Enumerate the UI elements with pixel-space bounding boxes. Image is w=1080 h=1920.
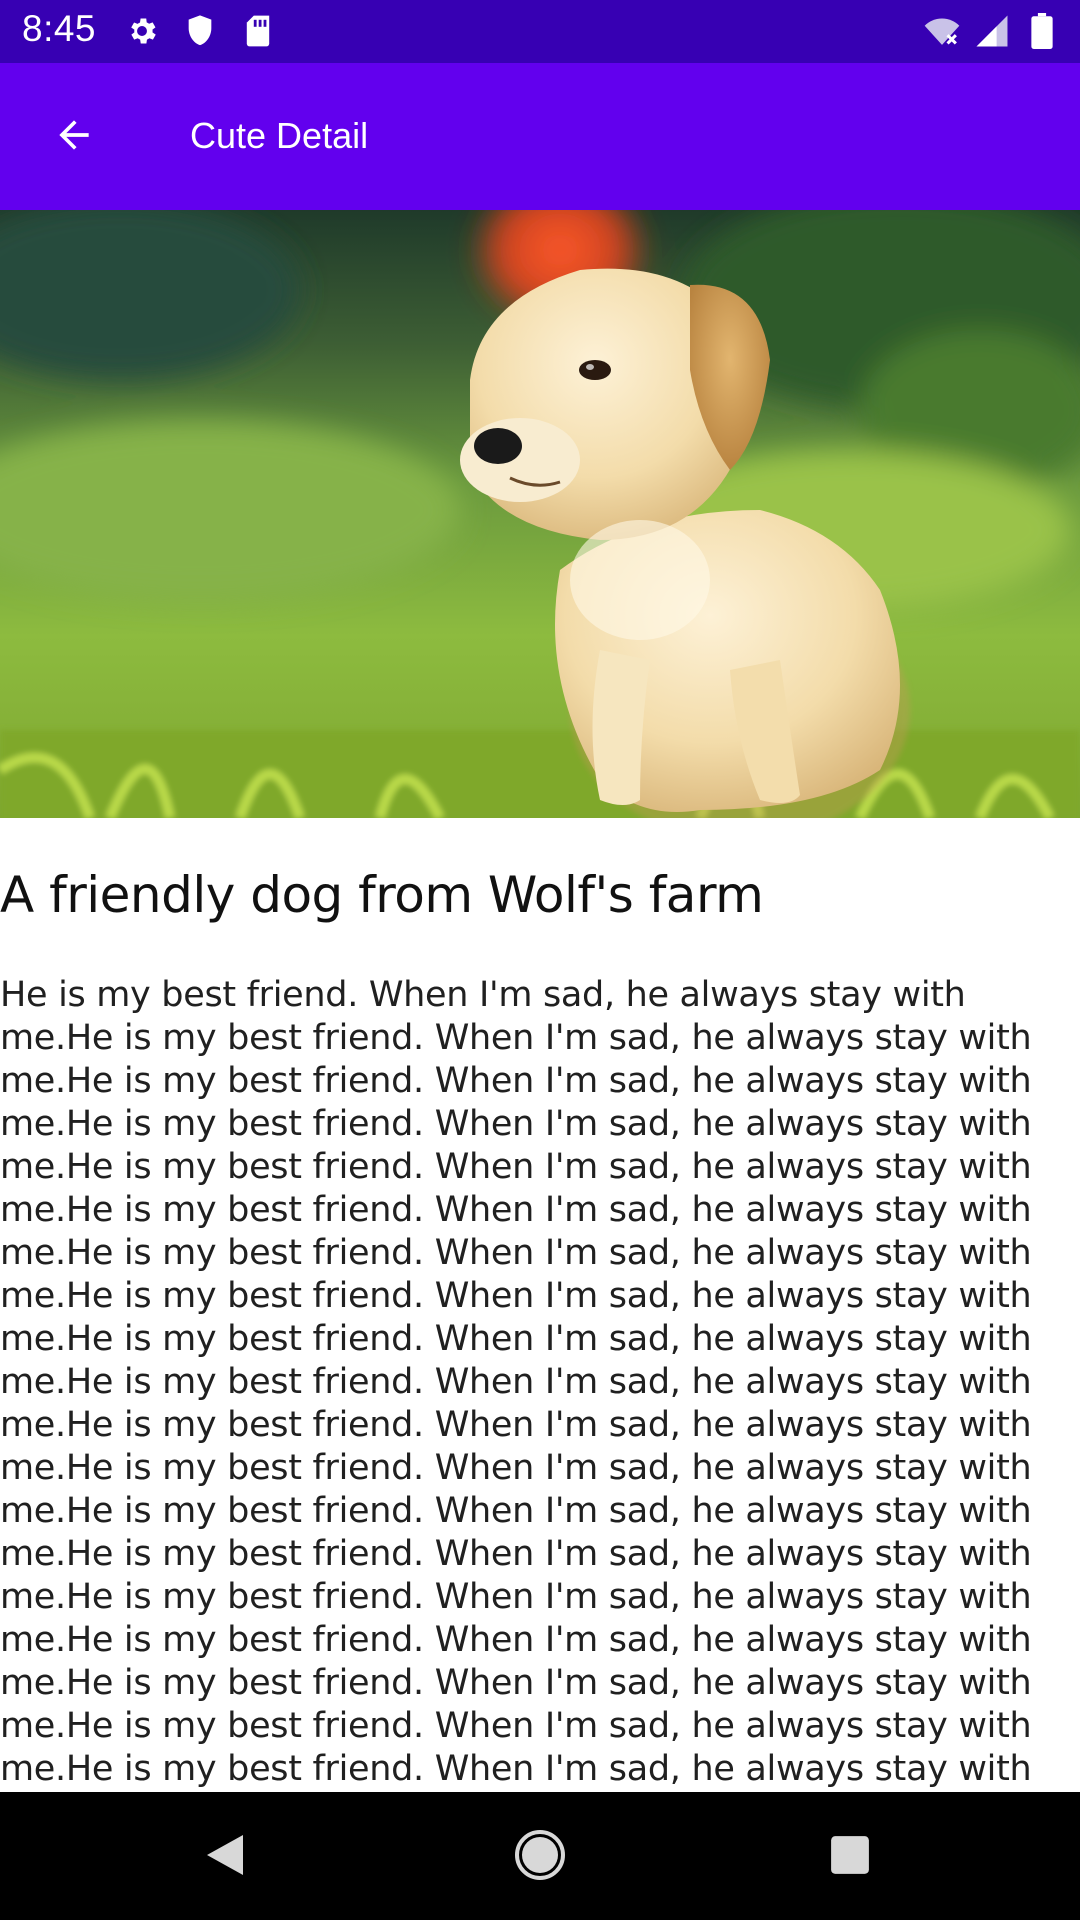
wifi-off-icon [924, 12, 960, 50]
screen: 8:45 Cute Detail A friendly dog from Wol… [0, 0, 1080, 1920]
app-bar: Cute Detail [0, 63, 1080, 210]
detail-body: He is my best friend. When I'm sad, he a… [0, 975, 1032, 1789]
page-title: Cute Detail [190, 115, 369, 156]
battery-icon [1024, 12, 1060, 50]
shield-icon [182, 12, 218, 50]
hero-image [0, 210, 1080, 818]
nav-recents-button[interactable] [815, 1822, 885, 1892]
status-icons-right [924, 12, 1060, 50]
nav-back-button[interactable] [190, 1822, 260, 1892]
status-time: 8:45 [22, 8, 97, 49]
detail-content: A friendly dog from Wolf's farm He is my… [0, 818, 1080, 1792]
signal-icon [974, 12, 1010, 50]
navigation-bar [0, 1792, 1080, 1920]
gear-icon [124, 12, 160, 50]
back-button[interactable] [34, 101, 114, 173]
sd-card-icon [240, 12, 276, 50]
home-circle-icon [514, 1829, 566, 1886]
status-bar: 8:45 [0, 0, 1080, 63]
detail-title: A friendly dog from Wolf's farm [0, 866, 764, 924]
puppy-image [0, 210, 1080, 818]
nav-home-button[interactable] [505, 1822, 575, 1892]
back-triangle-icon [203, 1831, 247, 1884]
arrow-back-icon [50, 113, 98, 162]
status-icons-left [124, 12, 276, 50]
recents-square-icon [829, 1834, 871, 1881]
